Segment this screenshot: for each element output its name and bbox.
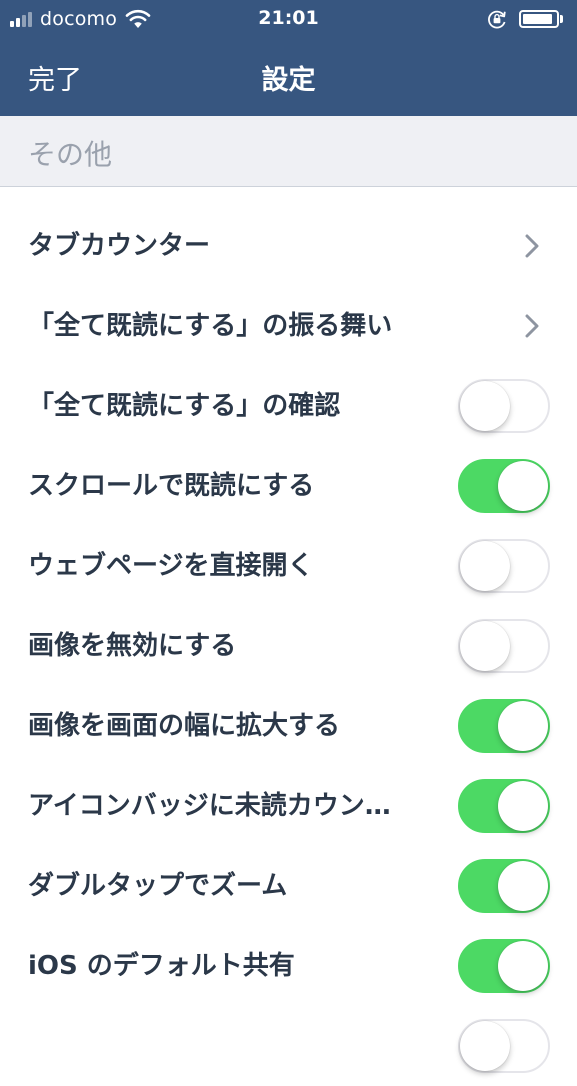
setting-toggle[interactable] xyxy=(458,459,550,513)
setting-label: ダブルタップでズーム xyxy=(28,871,288,901)
setting-label: 「全て既読にする」の確認 xyxy=(28,391,341,421)
status-right xyxy=(487,7,563,31)
toggle-knob xyxy=(460,1021,510,1071)
settings-list: タブカウンター「全て既読にする」の振る舞い 「全て既読にする」の確認 スクロールで既… xyxy=(0,206,577,1086)
settings-row-5: ウェブページを直接開く xyxy=(0,526,577,606)
setting-toggle[interactable] xyxy=(458,1019,550,1073)
settings-row-3: 「全て既読にする」の確認 xyxy=(0,366,577,446)
battery-level xyxy=(523,14,552,24)
settings-row-10: iOS のデフォルト共有 xyxy=(0,926,577,1006)
battery-icon xyxy=(519,10,559,28)
rotation-lock-icon xyxy=(488,10,506,29)
settings-row-1[interactable]: タブカウンター xyxy=(0,206,577,286)
setting-toggle[interactable] xyxy=(458,379,550,433)
done-button[interactable]: 完了 xyxy=(28,58,82,97)
settings-row-6: 画像を無効にする xyxy=(0,606,577,686)
section-header: その他 xyxy=(0,116,577,187)
page-title: 設定 xyxy=(261,65,316,96)
toggle-knob xyxy=(460,381,510,431)
setting-label: 画像を無効にする xyxy=(28,631,237,661)
setting-toggle[interactable] xyxy=(458,699,550,753)
setting-toggle[interactable] xyxy=(458,779,550,833)
setting-label: アイコンバッジに未読カウン… xyxy=(28,791,391,821)
section-header-label: その他 xyxy=(28,138,113,171)
settings-row-11 xyxy=(0,1006,577,1086)
toggle-knob xyxy=(460,621,510,671)
status-bar: docomo 21:01 xyxy=(0,0,577,40)
navigation-bar: 完了 設定 xyxy=(0,40,577,116)
setting-toggle[interactable] xyxy=(458,939,550,993)
setting-label: 画像を画面の幅に拡大する xyxy=(28,711,341,741)
battery-tip xyxy=(560,15,563,23)
chevron-right-icon xyxy=(525,314,539,338)
setting-toggle[interactable] xyxy=(458,539,550,593)
setting-label: タブカウンター xyxy=(28,231,211,261)
toggle-knob xyxy=(498,941,548,991)
setting-toggle[interactable] xyxy=(458,619,550,673)
setting-label: スクロールで既読にする xyxy=(28,471,315,501)
toggle-knob xyxy=(460,541,510,591)
settings-row-8: アイコンバッジに未読カウン… xyxy=(0,766,577,846)
toggle-knob xyxy=(498,781,548,831)
settings-row-2[interactable]: 「全て既読にする」の振る舞い xyxy=(0,286,577,366)
setting-label: 「全て既読にする」の振る舞い xyxy=(28,311,393,341)
setting-label: ウェブページを直接開く xyxy=(28,551,314,581)
settings-row-7: 画像を画面の幅に拡大する xyxy=(0,686,577,766)
settings-row-9: ダブルタップでズーム xyxy=(0,846,577,926)
toggle-knob xyxy=(498,861,548,911)
setting-toggle[interactable] xyxy=(458,859,550,913)
setting-label: iOS のデフォルト共有 xyxy=(28,951,295,981)
settings-row-4: スクロールで既読にする xyxy=(0,446,577,526)
toggle-knob xyxy=(498,701,548,751)
chevron-right-icon xyxy=(525,234,539,258)
toggle-knob xyxy=(498,461,548,511)
